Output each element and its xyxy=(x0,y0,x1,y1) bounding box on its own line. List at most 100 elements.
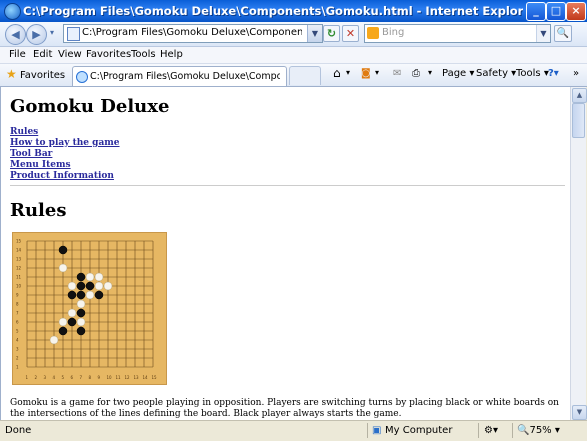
gomoku-board-image: 15 14 13 12 11 10 9 8 7 6 5 4 3 2 1 1 2 3 4 5 6 7 8 9 10 11 12 13 1… xyxy=(12,232,167,385)
internet-explorer-icon xyxy=(4,3,21,20)
address-dropdown-button[interactable]: ▼ xyxy=(307,25,322,42)
white-stone xyxy=(49,335,59,345)
white-stone xyxy=(76,317,86,327)
minimize-button[interactable]: _ xyxy=(526,2,546,21)
black-stone xyxy=(76,326,86,336)
recent-pages-dropdown[interactable]: ▾ xyxy=(47,27,57,39)
black-stone xyxy=(67,317,77,327)
safety-menu-label: Safety xyxy=(476,68,508,79)
board-column-label: 13 xyxy=(134,375,140,380)
star-icon: ★ xyxy=(6,67,17,81)
white-stone xyxy=(58,317,68,327)
board-column-label: 6 xyxy=(71,375,74,380)
menu-favorites[interactable]: Favorites xyxy=(86,49,131,60)
board-row-label: 14 xyxy=(16,248,22,253)
link-product-information[interactable]: Product Information xyxy=(10,171,120,182)
navigation-bar: ◀ ▶ ▾ C:\Program Files\Gomoku Deluxe\Com… xyxy=(0,22,587,47)
vertical-scrollbar[interactable]: ▲ ▼ xyxy=(570,87,587,420)
scroll-up-button[interactable]: ▲ xyxy=(572,88,587,103)
print-icon[interactable]: ⎙ xyxy=(412,68,420,79)
board-column-label: 14 xyxy=(143,375,149,380)
tools-menu[interactable]: Tools ▾ xyxy=(516,68,549,79)
maximize-button[interactable]: □ xyxy=(546,2,566,21)
black-stone xyxy=(76,308,86,318)
link-menu-items[interactable]: Menu Items xyxy=(10,160,120,171)
board-column-label: 8 xyxy=(89,375,92,380)
safety-menu[interactable]: Safety ▾ xyxy=(476,68,516,79)
feeds-dropdown[interactable]: ▾ xyxy=(375,68,379,77)
board-row-label: 9 xyxy=(16,293,19,298)
scroll-thumb[interactable] xyxy=(572,103,585,138)
board-column-label: 5 xyxy=(62,375,65,380)
section-divider xyxy=(10,185,565,186)
search-box[interactable]: Bing ▼ xyxy=(364,24,551,43)
menu-file[interactable]: File xyxy=(9,49,26,60)
board-row-label: 3 xyxy=(16,347,19,352)
address-url[interactable]: C:\Program Files\Gomoku Deluxe\Component… xyxy=(82,27,302,38)
back-button[interactable]: ◀ xyxy=(5,24,26,45)
toolbar-overflow-chevron[interactable]: » xyxy=(573,68,579,79)
white-stone xyxy=(67,281,77,291)
board-row-label: 8 xyxy=(16,302,19,307)
menu-tools[interactable]: Tools xyxy=(131,49,156,60)
new-tab-button[interactable] xyxy=(289,66,321,85)
search-button[interactable]: 🔍 xyxy=(554,25,572,42)
page-menu[interactable]: Page ▾ xyxy=(442,68,474,79)
black-stone xyxy=(58,326,68,336)
black-stone xyxy=(85,281,95,291)
board-row-label: 1 xyxy=(16,365,19,370)
menu-view[interactable]: View xyxy=(58,49,82,60)
home-icon[interactable]: ⌂ xyxy=(333,66,341,80)
search-placeholder[interactable]: Bing xyxy=(382,27,404,38)
board-row-label: 7 xyxy=(16,311,19,316)
page-icon xyxy=(67,27,80,41)
board-column-label: 2 xyxy=(35,375,38,380)
zoom-control[interactable]: 🔍75% ▾ xyxy=(517,425,560,436)
search-provider-dropdown[interactable]: ▼ xyxy=(536,25,550,42)
board-column-label: 4 xyxy=(53,375,56,380)
black-stone xyxy=(58,245,68,255)
scroll-down-button[interactable]: ▼ xyxy=(572,405,587,420)
page-title: Gomoku Deluxe xyxy=(10,96,170,117)
bing-icon xyxy=(367,27,379,39)
window-titlebar[interactable]: C:\Program Files\Gomoku Deluxe\Component… xyxy=(0,0,587,22)
link-how-to-play[interactable]: How to play the game xyxy=(10,138,120,149)
refresh-button[interactable]: ↻ xyxy=(323,25,340,42)
menu-help[interactable]: Help xyxy=(160,49,183,60)
board-column-label: 11 xyxy=(116,375,122,380)
board-row-label: 13 xyxy=(16,257,22,262)
board-row-label: 4 xyxy=(16,338,19,343)
favorites-button[interactable]: ★ Favorites xyxy=(6,67,65,81)
internet-explorer-icon xyxy=(76,71,88,83)
mail-icon[interactable]: ✉ xyxy=(393,68,401,79)
board-row-label: 10 xyxy=(16,284,22,289)
black-stone xyxy=(76,290,86,300)
help-icon[interactable]: ?▾ xyxy=(548,68,559,79)
stop-button[interactable]: ✕ xyxy=(342,25,359,42)
section-title-rules: Rules xyxy=(10,200,67,221)
gomoku-board-svg: 151413121110987654321 1 2 3 4 5 6 7 8 9 10 11 12 13 1… xyxy=(16,239,158,381)
white-stone xyxy=(67,308,77,318)
home-dropdown[interactable]: ▾ xyxy=(346,68,350,77)
computer-icon: ▣ xyxy=(372,425,382,436)
menu-edit[interactable]: Edit xyxy=(33,49,52,60)
board-column-label: 15 xyxy=(152,375,158,380)
black-stone xyxy=(76,281,86,291)
status-separator xyxy=(367,423,368,438)
protected-mode-icon[interactable]: ⚙▾ xyxy=(484,425,498,436)
link-tool-bar[interactable]: Tool Bar xyxy=(10,149,120,160)
menu-bar: File Edit View Favorites Tools Help xyxy=(0,47,587,64)
link-rules[interactable]: Rules xyxy=(10,127,120,138)
feeds-icon[interactable]: ◙ xyxy=(361,68,371,79)
white-stone xyxy=(85,290,95,300)
forward-button[interactable]: ▶ xyxy=(26,24,47,45)
print-dropdown[interactable]: ▾ xyxy=(428,68,432,77)
address-bar[interactable]: C:\Program Files\Gomoku Deluxe\Component… xyxy=(63,24,323,43)
tab-gomoku[interactable]: C:\Program Files\Gomoku Deluxe\Component… xyxy=(72,66,287,86)
board-column-label: 1 xyxy=(26,375,29,380)
status-bar: Done ▣ My Computer ⚙▾ 🔍75% ▾ xyxy=(0,420,587,441)
board-row-label: 15 xyxy=(16,239,22,244)
board-column-label: 9 xyxy=(98,375,101,380)
close-window-button[interactable]: × xyxy=(566,2,586,21)
black-stone xyxy=(67,290,77,300)
